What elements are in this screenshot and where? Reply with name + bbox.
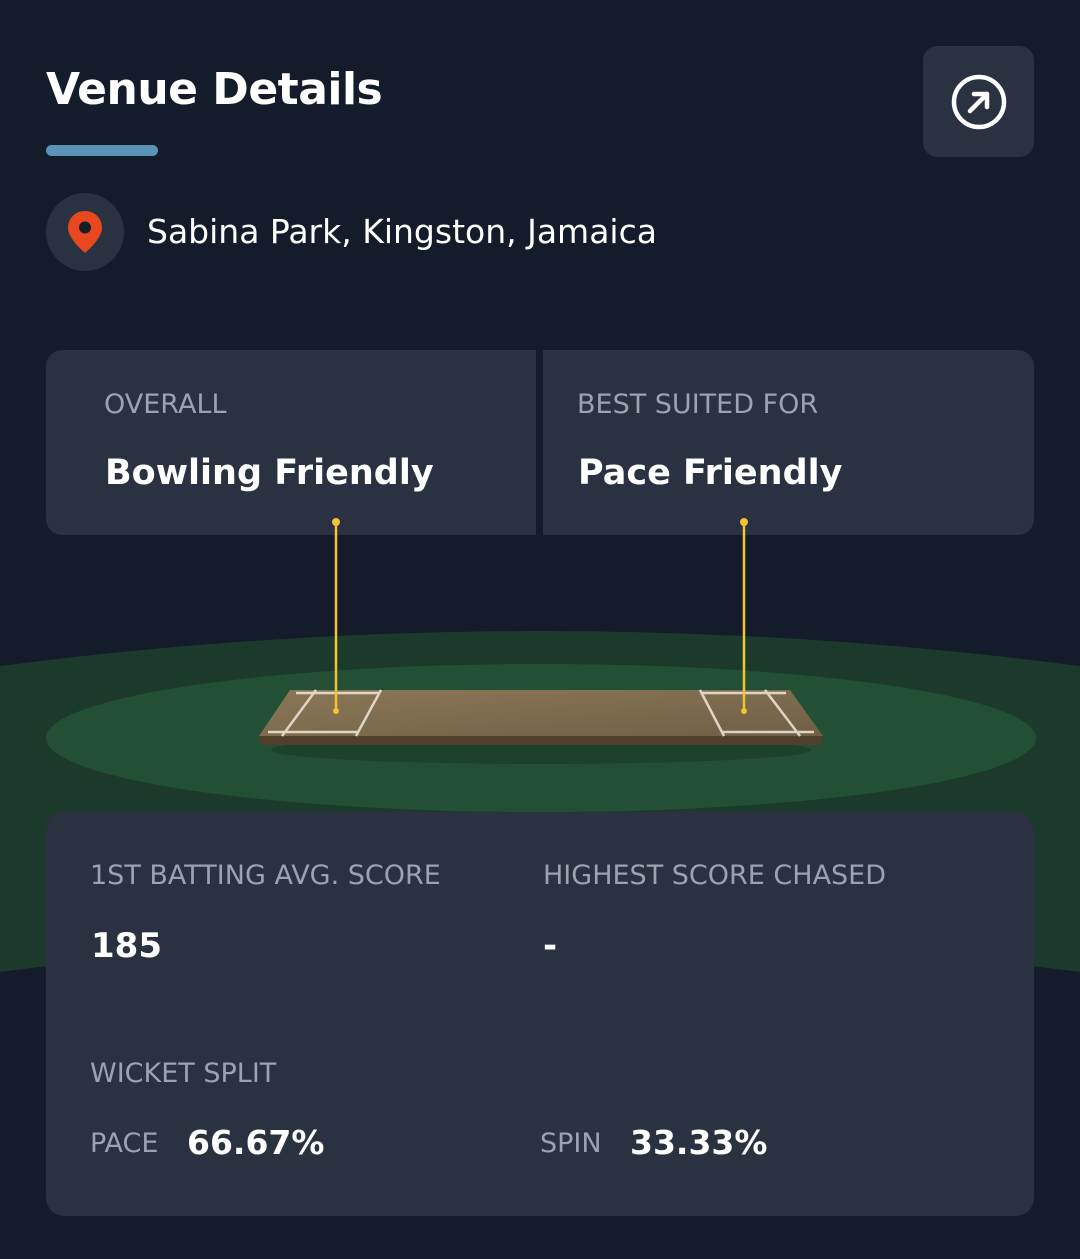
spin-value: 33.33% <box>630 1123 768 1162</box>
page-title: Venue Details <box>46 64 383 115</box>
highest-chased-value: - <box>543 926 558 966</box>
open-venue-button[interactable] <box>923 46 1034 157</box>
best-suited-card: BEST SUITED FOR Pace Friendly <box>543 350 1034 535</box>
spin-label: SPIN <box>540 1128 602 1159</box>
title-underline <box>46 145 158 156</box>
overall-value: Bowling Friendly <box>105 453 434 493</box>
highest-chased-label: HIGHEST SCORE CHASED <box>543 860 887 891</box>
arrow-up-right-circle-icon <box>951 74 1006 129</box>
location-icon-badge <box>46 193 124 271</box>
overall-card: OVERALL Bowling Friendly <box>46 350 536 535</box>
pace-label: PACE <box>90 1128 159 1159</box>
best-suited-label: BEST SUITED FOR <box>577 389 819 420</box>
best-suited-value: Pace Friendly <box>578 453 843 493</box>
overall-label: OVERALL <box>104 389 227 420</box>
venue-location: Sabina Park, Kingston, Jamaica <box>147 212 657 251</box>
map-pin-icon <box>68 211 102 253</box>
wicket-split-label: WICKET SPLIT <box>90 1058 277 1089</box>
pace-value: 66.67% <box>187 1123 325 1162</box>
venue-stats-card: 1ST BATTING AVG. SCORE 185 HIGHEST SCORE… <box>46 812 1034 1216</box>
first-batting-avg-value: 185 <box>91 926 162 966</box>
pitch-strip <box>259 690 823 736</box>
first-batting-avg-label: 1ST BATTING AVG. SCORE <box>90 860 441 891</box>
